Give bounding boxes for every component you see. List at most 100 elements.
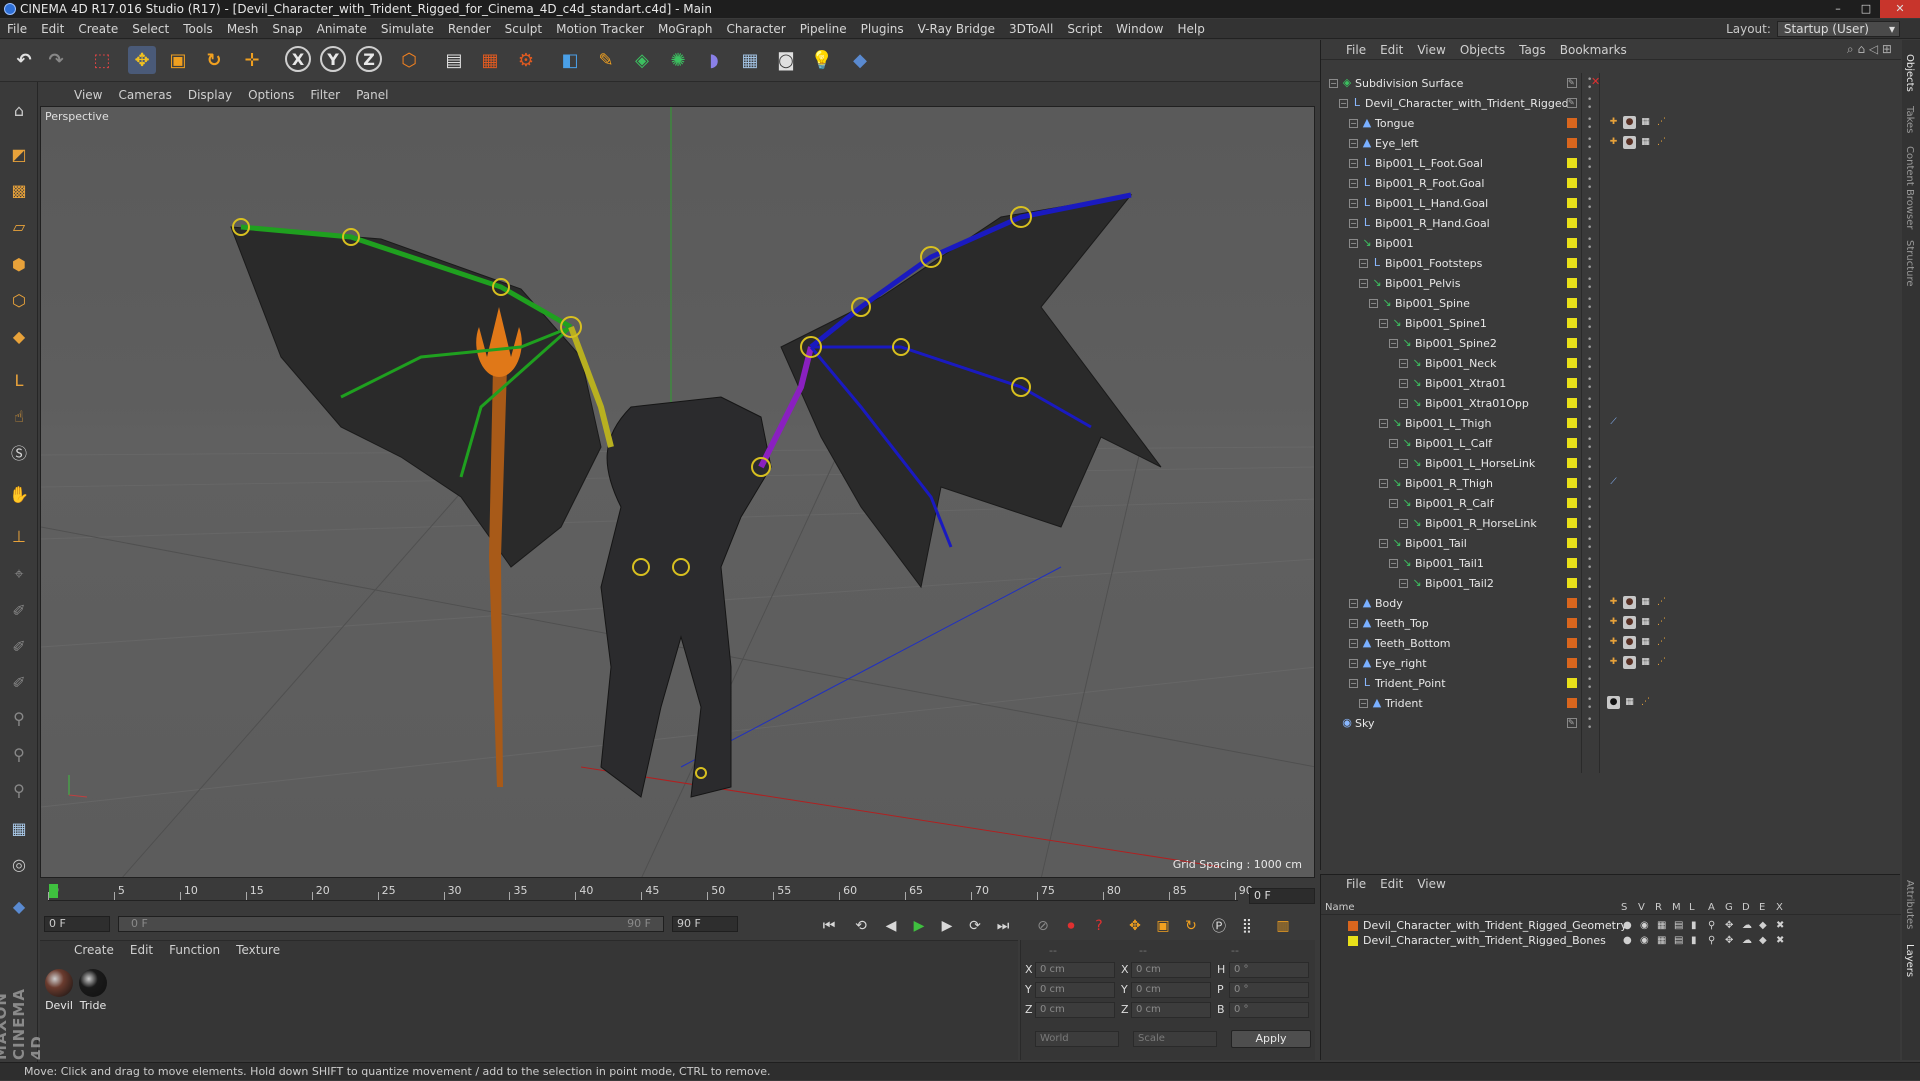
expand-toggle-icon[interactable]: − — [1339, 98, 1348, 108]
move-tool-icon[interactable]: ✥ — [128, 46, 156, 74]
layer-menu-view[interactable]: View — [1410, 877, 1452, 895]
redo-icon[interactable]: ↷ — [42, 46, 70, 74]
camera-icon[interactable]: ◙ — [772, 46, 800, 74]
expand-toggle-icon[interactable]: − — [1349, 218, 1358, 228]
object-row-body[interactable]: − ▲ Body • • ✚ ● ▦ ⋰ — [1321, 593, 1901, 613]
brush-icon[interactable]: ✋ — [5, 480, 33, 508]
object-row-bip001-r-thigh[interactable]: − ↘ Bip001_R_Thigh • • ⟋ — [1321, 473, 1901, 493]
tag-w-icon[interactable]: ⋰ — [1655, 116, 1668, 129]
visibility-dots-icon[interactable]: • • — [1587, 496, 1592, 513]
layer-toggle-icon[interactable]: ◆ — [1759, 935, 1767, 946]
layer-toggle-icon[interactable]: ▮ — [1691, 920, 1697, 931]
layer-color-swatch[interactable] — [1567, 158, 1577, 168]
layer-toggle-icon[interactable]: ⚲ — [1708, 920, 1715, 931]
object-row-bip001-l-foot-goal[interactable]: − L Bip001_L_Foot.Goal • • — [1321, 153, 1901, 173]
expand-toggle-icon[interactable]: − — [1349, 678, 1358, 688]
expand-toggle-icon[interactable]: − — [1399, 578, 1408, 588]
visibility-dots-icon[interactable]: • • — [1587, 516, 1592, 533]
tab-content-browser[interactable]: Content Browser — [1904, 146, 1915, 229]
perspective-viewport[interactable]: Perspective Grid Spacing : 1000 cm — [40, 106, 1315, 878]
layer-color-swatch[interactable] — [1567, 598, 1577, 608]
expand-toggle-icon[interactable]: − — [1349, 138, 1358, 148]
record-keys-icon[interactable]: ⊘ — [1032, 915, 1054, 937]
layer-color-swatch[interactable] — [1567, 378, 1577, 388]
expand-toggle-icon[interactable]: − — [1379, 538, 1388, 548]
layer-color-swatch[interactable] — [1348, 936, 1358, 946]
object-row-bip001-l-horselink[interactable]: − ↘ Bip001_L_HorseLink • • — [1321, 453, 1901, 473]
tag-c-icon[interactable]: ▦ — [1639, 616, 1652, 629]
visibility-dots-icon[interactable]: • • — [1587, 576, 1592, 593]
key-parameter-icon[interactable]: Ⓟ — [1208, 915, 1230, 937]
visibility-dots-icon[interactable]: • • — [1587, 156, 1592, 173]
layer-color-swatch[interactable] — [1567, 678, 1577, 688]
menu-character[interactable]: Character — [719, 22, 792, 36]
layer-color-swatch[interactable] — [1567, 258, 1577, 268]
visibility-dots-icon[interactable]: • • — [1587, 296, 1592, 313]
layer-color-swatch[interactable] — [1567, 498, 1577, 508]
layer-color-swatch[interactable] — [1567, 118, 1577, 128]
layer-color-swatch[interactable] — [1567, 358, 1577, 368]
brush-smooth-icon[interactable]: ⚲ — [5, 704, 33, 732]
visibility-dots-icon[interactable]: • • — [1587, 436, 1592, 453]
scale-tool-icon[interactable]: ▣ — [164, 46, 192, 74]
object-row-bip001-xtra01[interactable]: − ↘ Bip001_Xtra01 • • — [1321, 373, 1901, 393]
layer-color-swatch[interactable] — [1567, 458, 1577, 468]
layer-toggle-icon[interactable]: ⚲ — [1708, 935, 1715, 946]
layer-toggle-icon[interactable]: ▮ — [1691, 935, 1697, 946]
tag-m-icon[interactable]: ● — [1623, 616, 1636, 629]
menu-render[interactable]: Render — [441, 22, 498, 36]
expand-toggle-icon[interactable]: − — [1399, 378, 1408, 388]
locked-workplane-icon[interactable]: ⊥ — [5, 522, 33, 550]
z-axis-lock-button[interactable]: Z — [356, 46, 382, 72]
visibility-dots-icon[interactable]: • • — [1587, 116, 1592, 133]
tab-layers[interactable]: Layers — [1904, 944, 1915, 977]
tag-w-icon[interactable]: ⋰ — [1655, 636, 1668, 649]
menu-v-ray-bridge[interactable]: V-Ray Bridge — [911, 22, 1002, 36]
layer-menu-edit[interactable]: Edit — [1373, 877, 1410, 895]
tag-m-icon[interactable]: ● — [1623, 596, 1636, 609]
layer-color-swatch[interactable] — [1567, 218, 1577, 228]
expand-toggle-icon[interactable]: − — [1349, 178, 1358, 188]
coordinate-system-icon[interactable]: ⬡ — [395, 46, 423, 74]
render-settings-icon[interactable]: ⚙ — [512, 46, 540, 74]
render-region-icon[interactable]: ◎ — [5, 850, 33, 878]
frame-range-slider[interactable]: 0 F 90 F — [118, 916, 664, 932]
floor-environment-icon[interactable]: ▦ — [736, 46, 764, 74]
layer-edit-icon[interactable]: ✎ — [1567, 98, 1577, 108]
expand-toggle-icon[interactable]: − — [1399, 358, 1408, 368]
object-row-bip001[interactable]: − ↘ Bip001 • • — [1321, 233, 1901, 253]
menu-create[interactable]: Create — [71, 22, 125, 36]
key-rotation-icon[interactable]: ↻ — [1180, 915, 1202, 937]
python-script-icon[interactable]: ◆ — [5, 892, 33, 920]
expand-toggle-icon[interactable]: − — [1399, 518, 1408, 528]
visibility-dots-icon[interactable]: • • — [1587, 216, 1592, 233]
material-tride[interactable]: Tride — [78, 969, 108, 1012]
object-row-teeth-top[interactable]: − ▲ Teeth_Top • • ✚ ● ▦ ⋰ — [1321, 613, 1901, 633]
layer-edit-icon[interactable]: ✎ — [1567, 718, 1577, 728]
tag-t-icon[interactable]: ✚ — [1607, 616, 1620, 629]
expand-toggle-icon[interactable]: − — [1349, 638, 1358, 648]
texture-mode-icon[interactable]: ▩ — [5, 176, 33, 204]
key-scale-icon[interactable]: ▣ — [1152, 915, 1174, 937]
menu-select[interactable]: Select — [125, 22, 176, 36]
visibility-dots-icon[interactable]: • • — [1587, 276, 1592, 293]
viewport-menu-options[interactable]: Options — [240, 88, 302, 102]
viewport-menu-view[interactable]: View — [66, 88, 110, 102]
coord-position-field[interactable]: 0 cm — [1035, 962, 1115, 978]
layer-toggle-icon[interactable]: ▤ — [1674, 920, 1683, 931]
tag-t-icon[interactable]: ✚ — [1607, 136, 1620, 149]
layer-color-swatch[interactable] — [1567, 398, 1577, 408]
checkerboard-icon[interactable]: ▦ — [5, 814, 33, 842]
layer-color-swatch[interactable] — [1567, 638, 1577, 648]
visibility-dots-icon[interactable]: • • — [1587, 696, 1592, 713]
visibility-dots-icon[interactable]: • • — [1587, 456, 1592, 473]
material-menu-texture[interactable]: Texture — [228, 943, 288, 961]
object-row-eye-left[interactable]: − ▲ Eye_left • • ✚ ● ▦ ⋰ — [1321, 133, 1901, 153]
layer-color-swatch[interactable] — [1567, 538, 1577, 548]
object-menu-tags[interactable]: Tags — [1512, 43, 1553, 57]
layout-dropdown[interactable]: Startup (User) — [1776, 21, 1900, 37]
expand-toggle-icon[interactable]: − — [1379, 318, 1388, 328]
object-row-bip001-r-calf[interactable]: − ↘ Bip001_R_Calf • • — [1321, 493, 1901, 513]
planar-workplane-icon[interactable]: ⌖ — [5, 560, 33, 588]
object-row-bip001-tail[interactable]: − ↘ Bip001_Tail • • — [1321, 533, 1901, 553]
